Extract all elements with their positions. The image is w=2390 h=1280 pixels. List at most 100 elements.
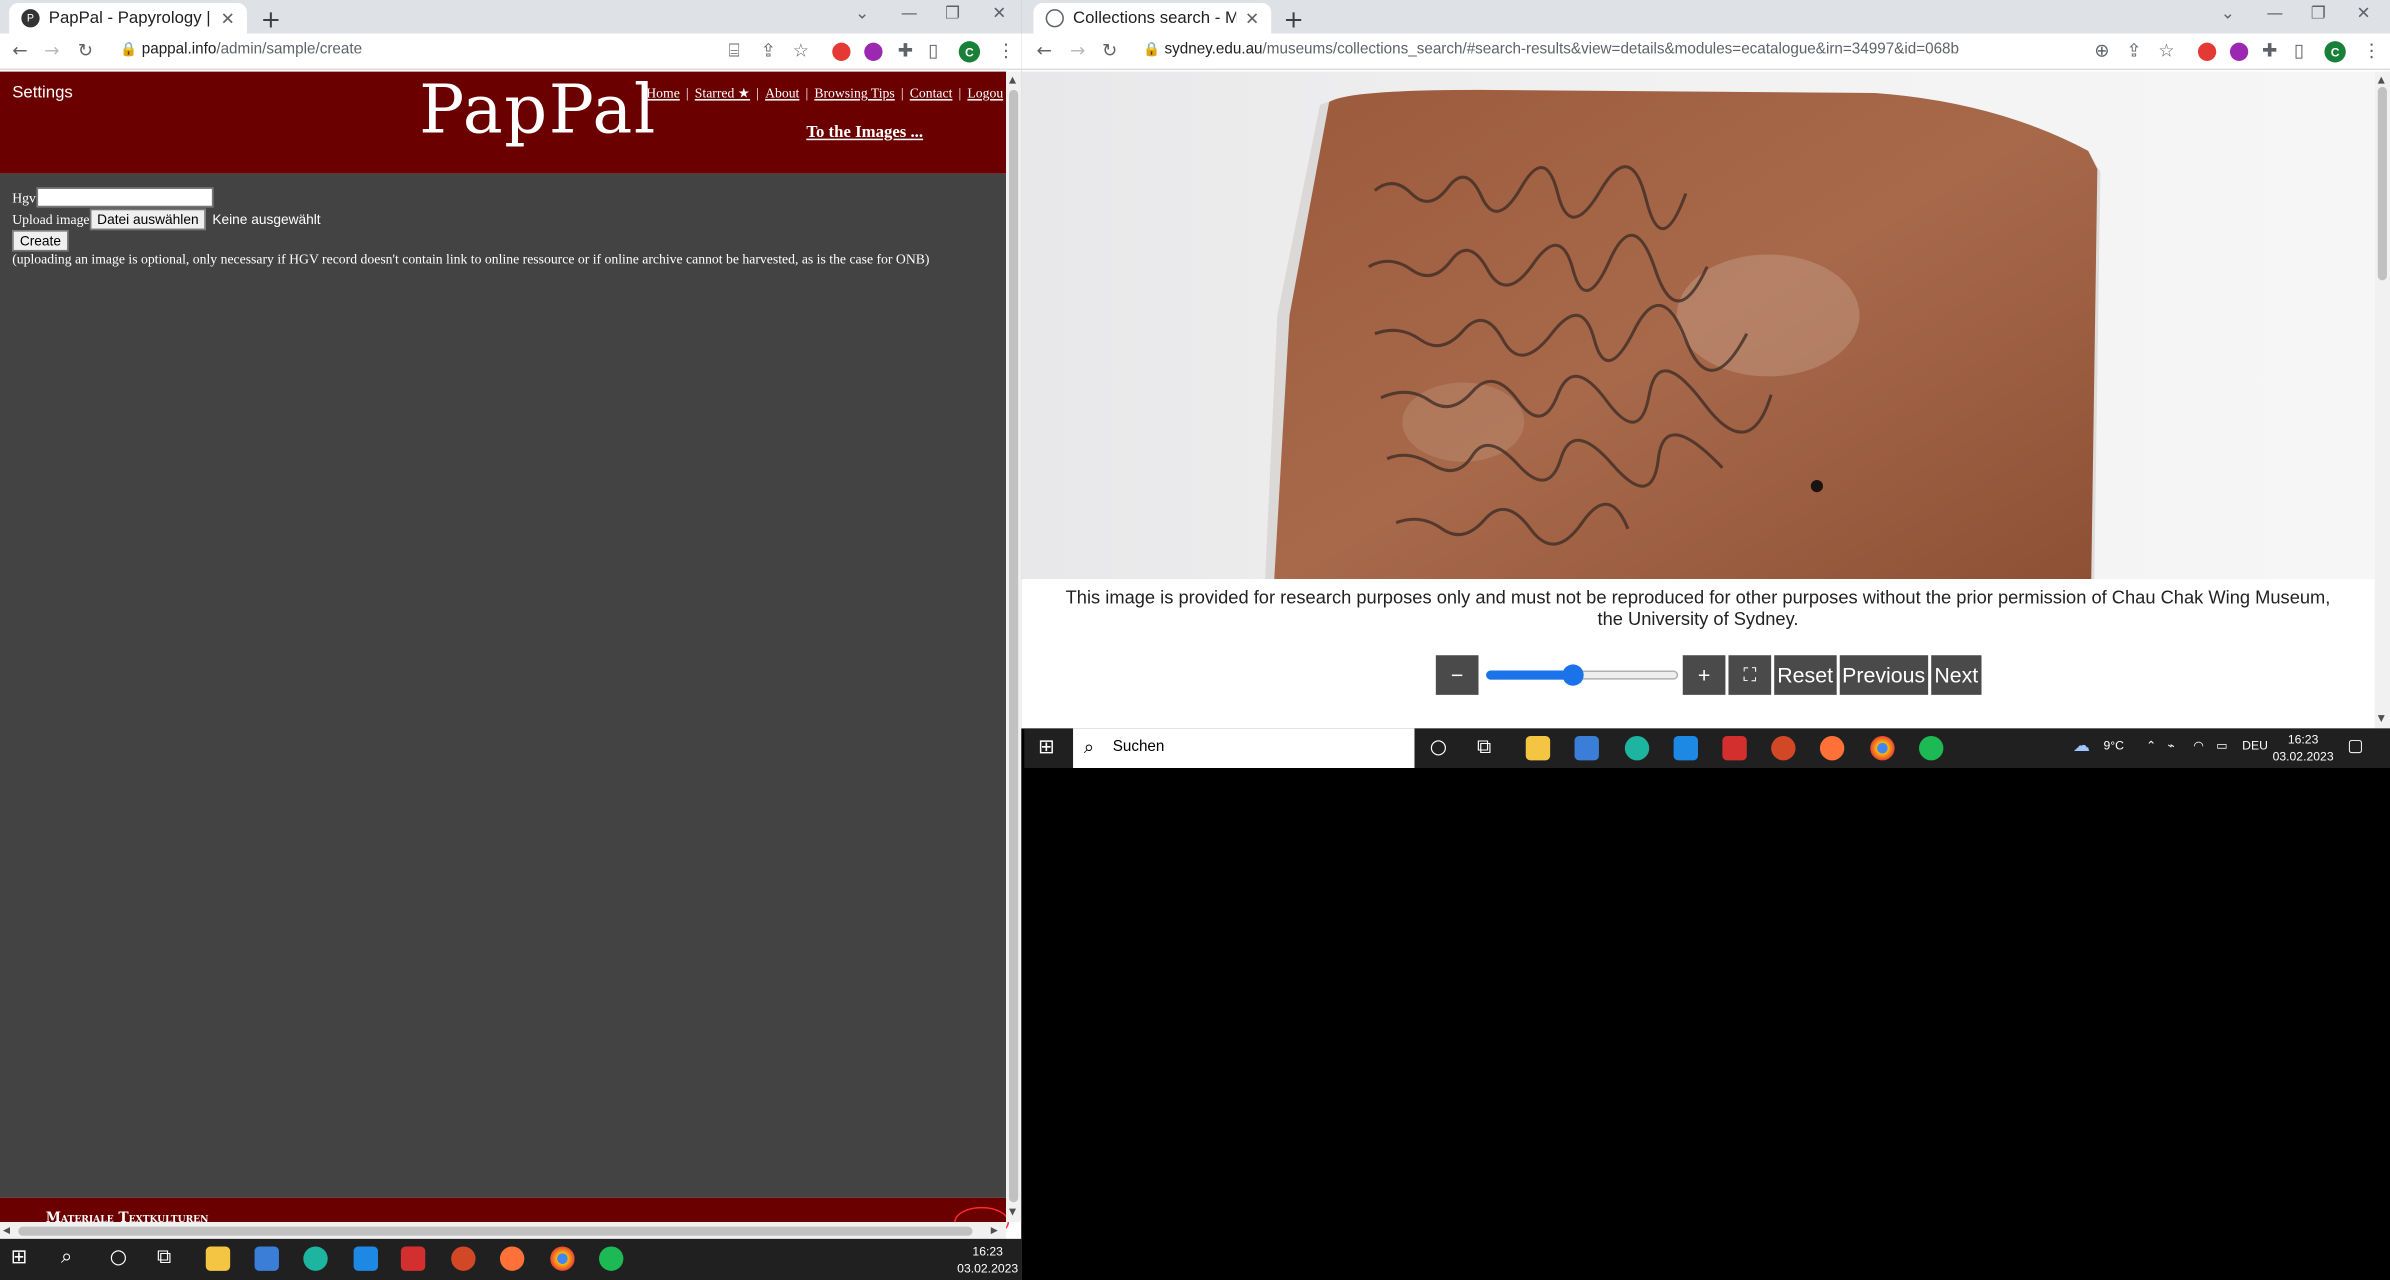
minimize-button[interactable]: — bbox=[901, 3, 918, 23]
file-explorer-icon[interactable] bbox=[205, 1246, 231, 1271]
extensions-puzzle-icon[interactable]: ✚ bbox=[898, 40, 913, 61]
restore-button[interactable]: ❐ bbox=[945, 3, 960, 23]
zoom-icon[interactable]: ⊕ bbox=[2094, 40, 2109, 61]
nav-browsing-tips[interactable]: Browsing Tips bbox=[814, 85, 894, 100]
translate-icon[interactable]: ⌸ bbox=[729, 40, 740, 63]
notification-icon[interactable]: ▢ bbox=[2347, 736, 2363, 756]
weather-temperature[interactable]: 9°C bbox=[2103, 739, 2123, 753]
chrome-icon[interactable] bbox=[1870, 736, 1895, 761]
address-bar[interactable]: sydney.edu.au/museums/collections_search… bbox=[1165, 41, 1960, 58]
side-panel-icon[interactable]: ▯ bbox=[2294, 40, 2304, 61]
nav-logout[interactable]: Logou bbox=[967, 85, 1003, 100]
taskbar-clock[interactable]: 16:23 03.02.2023 bbox=[954, 1243, 1021, 1277]
tab-search-icon[interactable]: ⌄ bbox=[2221, 3, 2235, 23]
next-button[interactable]: Next bbox=[1931, 655, 1982, 695]
powerpoint-icon[interactable] bbox=[451, 1246, 476, 1271]
store-icon[interactable] bbox=[254, 1246, 279, 1271]
scroll-up-icon[interactable]: ▲ bbox=[2378, 75, 2385, 86]
scroll-down-icon[interactable]: ▼ bbox=[2378, 713, 2385, 724]
close-window-button[interactable]: ✕ bbox=[2356, 3, 2370, 23]
scrollbar-thumb[interactable] bbox=[1009, 89, 1019, 1203]
tab-pappal[interactable]: P PapPal - Papyrology | Paleograph ✕ bbox=[9, 3, 247, 34]
bookmark-star-icon[interactable]: ☆ bbox=[793, 40, 809, 61]
cortana-icon[interactable]: ○ bbox=[110, 1246, 127, 1269]
wifi-icon[interactable]: ◠ bbox=[2193, 739, 2204, 753]
windows-start-icon[interactable]: ⊞ bbox=[11, 1246, 28, 1269]
scroll-left-icon[interactable]: ◀ bbox=[3, 1225, 10, 1236]
previous-button[interactable]: Previous bbox=[1839, 655, 1929, 695]
profile-avatar[interactable]: C bbox=[2324, 41, 2346, 63]
scroll-up-icon[interactable]: ▲ bbox=[1009, 75, 1016, 86]
search-icon[interactable]: ⌕ bbox=[61, 1246, 72, 1269]
bookmark-star-icon[interactable]: ☆ bbox=[2158, 40, 2174, 61]
vertical-scrollbar[interactable]: ▲ ▼ bbox=[2374, 71, 2390, 729]
battery-icon[interactable]: ▭ bbox=[2216, 739, 2228, 753]
ostracon-image[interactable] bbox=[1021, 71, 2375, 580]
choose-file-button[interactable]: Datei auswählen bbox=[89, 208, 207, 231]
nav-home[interactable]: Home bbox=[646, 85, 680, 100]
firefox-icon[interactable] bbox=[499, 1246, 525, 1271]
acrobat-icon[interactable] bbox=[1722, 736, 1747, 761]
language-indicator[interactable]: DEU bbox=[2242, 739, 2268, 753]
edge-icon[interactable] bbox=[303, 1246, 328, 1271]
zoom-out-button[interactable]: − bbox=[1435, 655, 1479, 695]
cortana-icon[interactable]: ○ bbox=[1430, 736, 1447, 759]
network-icon[interactable]: ⌁ bbox=[2167, 739, 2174, 753]
extension-purple-icon[interactable] bbox=[864, 42, 883, 61]
tab-search-icon[interactable]: ⌄ bbox=[855, 3, 869, 23]
powerpoint-icon[interactable] bbox=[1771, 736, 1796, 761]
scroll-right-icon[interactable]: ▶ bbox=[991, 1225, 998, 1236]
hgv-input[interactable] bbox=[35, 187, 213, 208]
scrollbar-thumb[interactable] bbox=[2377, 86, 2387, 281]
side-panel-icon[interactable]: ▯ bbox=[928, 40, 938, 61]
extension-purple-icon[interactable] bbox=[2229, 42, 2249, 61]
firefox-icon[interactable] bbox=[1819, 736, 1845, 761]
close-tab-icon[interactable]: ✕ bbox=[1245, 8, 1259, 28]
forward-icon[interactable]: → bbox=[1070, 40, 1085, 61]
mail-icon[interactable] bbox=[1673, 736, 1698, 761]
create-button[interactable]: Create bbox=[12, 230, 69, 252]
scroll-down-icon[interactable]: ▼ bbox=[1009, 1207, 1016, 1218]
new-tab-button[interactable]: + bbox=[1283, 5, 1303, 34]
forward-icon[interactable]: → bbox=[44, 40, 59, 61]
mail-icon[interactable] bbox=[353, 1246, 379, 1271]
nav-contact[interactable]: Contact bbox=[910, 85, 953, 100]
edge-icon[interactable] bbox=[1624, 736, 1650, 761]
zoom-slider-thumb[interactable] bbox=[1561, 664, 1584, 686]
store-icon[interactable] bbox=[1574, 736, 1599, 761]
file-explorer-icon[interactable] bbox=[1525, 736, 1551, 761]
back-icon[interactable]: ← bbox=[1036, 40, 1051, 61]
chrome-icon[interactable] bbox=[550, 1246, 575, 1271]
extension-red-icon[interactable] bbox=[832, 42, 851, 61]
scrollbar-thumb[interactable] bbox=[18, 1226, 973, 1236]
address-bar[interactable]: pappal.info/admin/sample/create bbox=[142, 41, 362, 58]
nav-starred[interactable]: Starred ★ bbox=[695, 85, 750, 100]
close-tab-icon[interactable]: ✕ bbox=[221, 8, 235, 28]
minimize-button[interactable]: — bbox=[2267, 3, 2284, 23]
nav-about[interactable]: About bbox=[765, 85, 799, 100]
vertical-scrollbar[interactable]: ▲ ▼ bbox=[1005, 71, 1022, 1223]
close-window-button[interactable]: ✕ bbox=[992, 3, 1006, 23]
task-view-icon[interactable]: ⧉ bbox=[157, 1246, 171, 1269]
taskbar-search-box[interactable]: ⌕ Suchen bbox=[1073, 728, 1415, 769]
zoom-in-button[interactable]: + bbox=[1682, 655, 1726, 695]
restore-button[interactable]: ❐ bbox=[2311, 3, 2326, 23]
new-tab-button[interactable]: + bbox=[261, 5, 281, 34]
menu-kebab-icon[interactable]: ⋮ bbox=[997, 40, 1015, 61]
horizontal-scrollbar[interactable]: ◀ ▶ bbox=[0, 1222, 1006, 1239]
reload-icon[interactable]: ↻ bbox=[78, 40, 93, 61]
tab-collections-search[interactable]: Collections search - Museums - T ✕ bbox=[1033, 3, 1272, 34]
extensions-puzzle-icon[interactable]: ✚ bbox=[2262, 40, 2277, 61]
windows-start-icon[interactable]: ⊞ bbox=[1038, 736, 1055, 759]
task-view-icon[interactable]: ⧉ bbox=[1477, 736, 1491, 759]
settings-link[interactable]: Settings bbox=[12, 84, 73, 102]
spotify-icon[interactable] bbox=[599, 1246, 624, 1271]
tray-chevron-icon[interactable]: ⌃ bbox=[2146, 739, 2156, 753]
share-icon[interactable]: ⇪ bbox=[2126, 40, 2141, 61]
menu-kebab-icon[interactable]: ⋮ bbox=[2363, 40, 2381, 61]
share-icon[interactable]: ⇪ bbox=[761, 40, 776, 61]
zoom-slider[interactable] bbox=[1486, 655, 1679, 695]
fit-screen-icon[interactable]: ⛶ bbox=[1728, 655, 1772, 695]
back-icon[interactable]: ← bbox=[12, 40, 27, 61]
acrobat-icon[interactable] bbox=[400, 1246, 426, 1271]
